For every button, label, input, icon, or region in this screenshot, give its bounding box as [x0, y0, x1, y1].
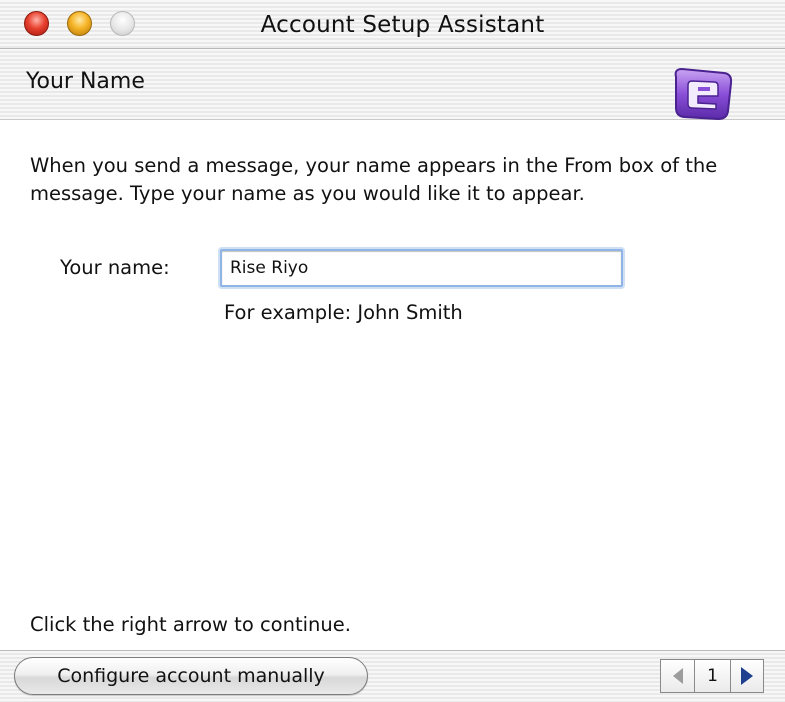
- right-arrow-icon: [741, 667, 753, 685]
- previous-page-button[interactable]: [660, 659, 694, 693]
- your-name-label: Your name:: [60, 256, 170, 279]
- your-name-input[interactable]: [220, 249, 623, 287]
- account-setup-window: Account Setup Assistant Your Name When y…: [0, 0, 785, 702]
- next-page-button[interactable]: [730, 659, 764, 693]
- instructions-text: When you send a message, your name appea…: [30, 154, 718, 205]
- page-number: 1: [694, 659, 730, 693]
- entourage-app-icon: [674, 67, 733, 121]
- title-bar: Account Setup Assistant: [0, 0, 785, 49]
- example-hint: For example: John Smith: [224, 301, 463, 324]
- continue-hint: Click the right arrow to continue.: [30, 613, 351, 636]
- step-header: Your Name: [0, 49, 785, 121]
- footer-bar: Configure account manually 1: [0, 650, 785, 702]
- window-title: Account Setup Assistant: [260, 12, 545, 38]
- page-navigator: 1: [660, 659, 764, 693]
- configure-manually-button[interactable]: Configure account manually: [14, 657, 368, 695]
- section-title: Your Name: [26, 69, 145, 94]
- left-arrow-icon: [672, 668, 683, 684]
